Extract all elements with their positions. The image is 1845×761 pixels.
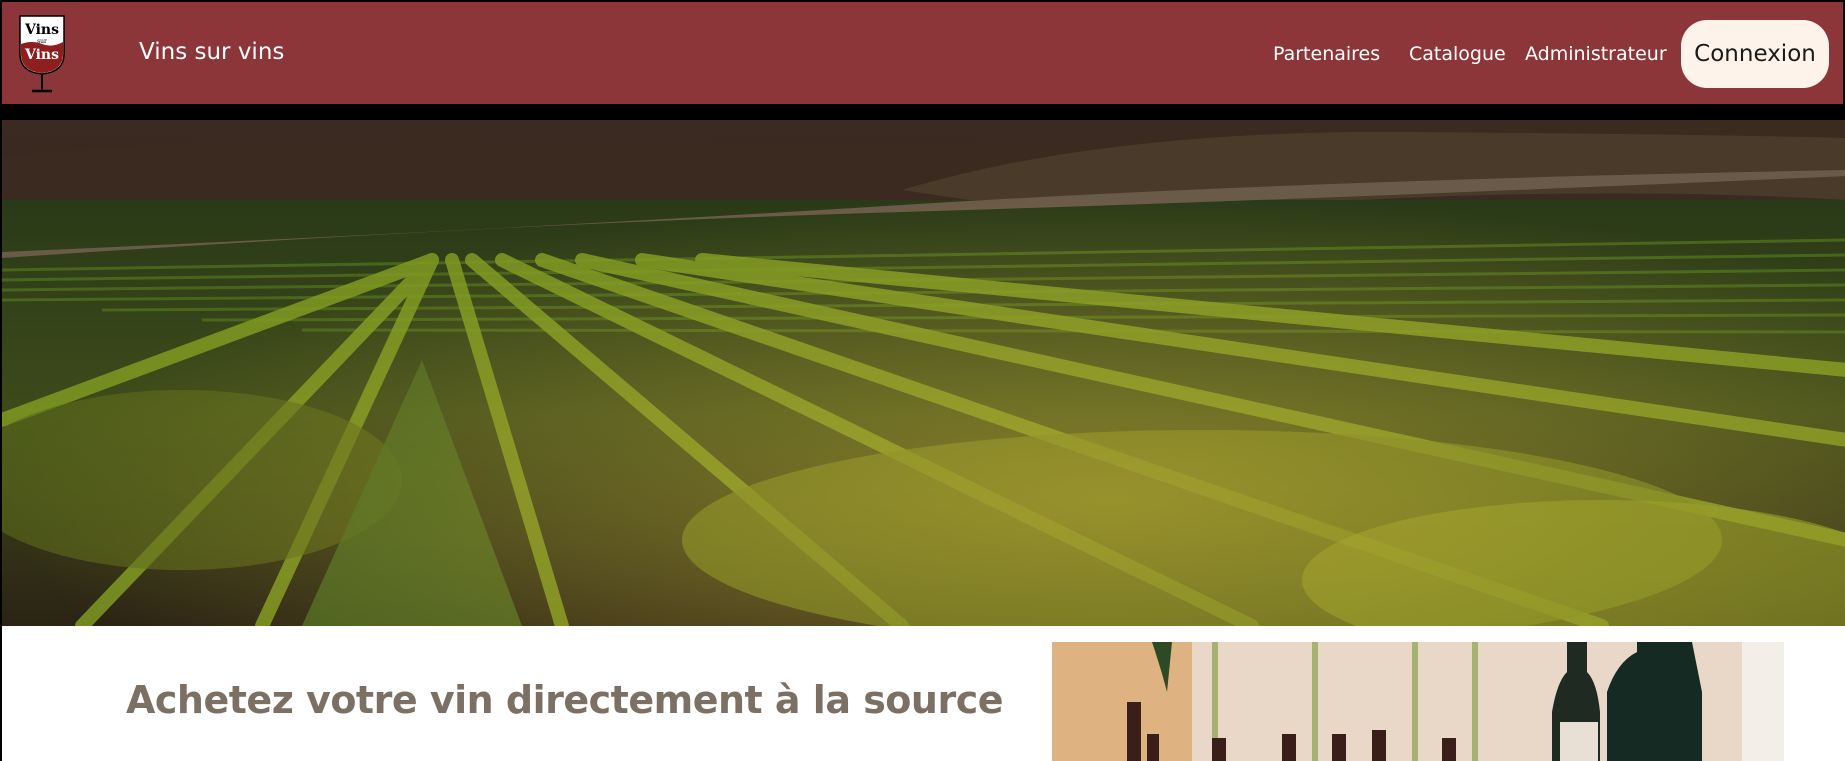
login-button[interactable]: Connexion xyxy=(1681,20,1829,88)
wine-glass-logo-icon[interactable]: Vins sur Vins xyxy=(17,14,67,94)
brand-link[interactable]: Vins sur vins xyxy=(139,39,284,65)
site-header: Vins sur Vins Vins sur vins Partenaires … xyxy=(0,0,1845,104)
main-section: Achetez votre vin directement à la sourc… xyxy=(0,626,1845,761)
logo-text-mid: sur xyxy=(37,38,47,45)
page-tagline: Achetez votre vin directement à la sourc… xyxy=(126,678,1004,722)
nav-administrateur[interactable]: Administrateur xyxy=(1525,43,1667,65)
wine-bottles-photo xyxy=(1052,642,1784,761)
header-divider xyxy=(0,104,1845,120)
vineyard-photo xyxy=(2,120,1845,626)
logo-text-bottom: Vins xyxy=(24,47,59,63)
logo-text-top: Vins xyxy=(24,22,59,38)
nav-partenaires[interactable]: Partenaires xyxy=(1273,43,1380,65)
hero-banner xyxy=(0,120,1845,626)
nav-catalogue[interactable]: Catalogue xyxy=(1409,43,1506,65)
